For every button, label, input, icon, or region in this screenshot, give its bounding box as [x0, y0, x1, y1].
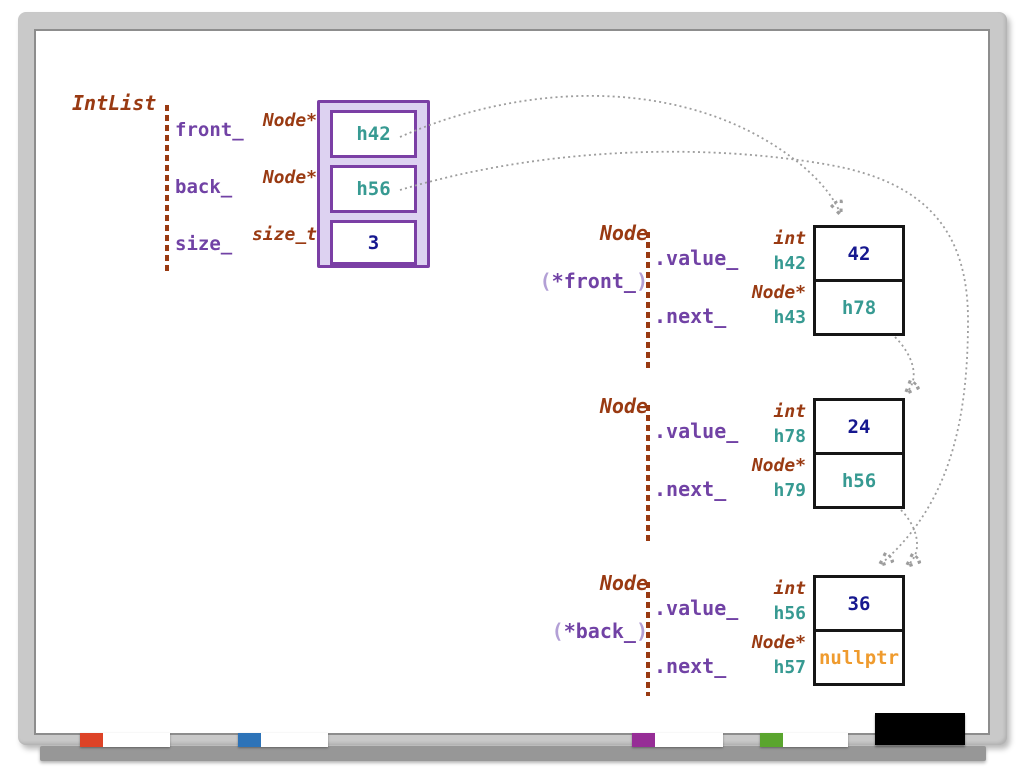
node1-alias-open-paren: (: [540, 269, 552, 293]
marker-body: [261, 733, 328, 747]
node3-field-type-value: int: [700, 579, 806, 599]
intlist-highlight-box: h42 h56 3: [317, 100, 430, 268]
node3-alias: (*back_): [512, 620, 648, 642]
node3-field-addr-value: h56: [700, 604, 806, 624]
node1-field-type-next: Node*: [700, 283, 806, 303]
node1-box: 42 h78: [813, 225, 905, 336]
node3-alias-close-paren: ): [636, 619, 648, 643]
node2-bracket-dashed-line: [646, 405, 650, 543]
marker-cap: [632, 733, 655, 747]
intlist-cell-back: h56: [330, 165, 417, 213]
intlist-field-type-back: Node*: [200, 168, 317, 188]
intlist-title: IntList: [72, 92, 156, 114]
node1-field-addr-next: h43: [700, 308, 806, 328]
node1-alias: (*front_): [512, 270, 648, 292]
node-object-3: Node (*back_) .value_ int h56 Node* .nex…: [520, 572, 910, 724]
node2-cell-next: h56: [816, 455, 902, 506]
whiteboard-scene: IntList front_ Node* back_ Node* size_ s…: [0, 0, 1024, 768]
node2-field-type-next: Node*: [700, 456, 806, 476]
node1-alias-close-paren: ): [636, 269, 648, 293]
marker-cap: [760, 733, 783, 747]
marker-tray: [40, 746, 986, 761]
node1-title: Node: [520, 222, 648, 244]
node2-title: Node: [520, 395, 648, 417]
intlist-object: IntList front_ Node* back_ Node* size_ s…: [72, 92, 452, 282]
node3-cell-value: 36: [816, 578, 902, 632]
node2-field-addr-next: h79: [700, 481, 806, 501]
intlist-cell-front: h42: [330, 110, 417, 158]
intlist-field-type-front: Node*: [200, 111, 317, 131]
node1-cell-next: h78: [816, 282, 902, 333]
intlist-cell-size: 3: [330, 220, 417, 265]
marker-cap: [80, 733, 103, 747]
node3-title: Node: [520, 572, 648, 594]
marker-cap: [238, 733, 261, 747]
marker-body: [655, 733, 723, 747]
marker-body: [103, 733, 170, 747]
node-object-1: Node (*front_) .value_ int h42 Node* .ne…: [520, 222, 910, 374]
node2-field-addr-value: h78: [700, 427, 806, 447]
node3-field-addr-next: h57: [700, 658, 806, 678]
marker-purple: [632, 733, 723, 747]
node-object-2: Node .value_ int h78 Node* .next_ h79 24…: [520, 395, 910, 547]
node2-field-type-value: int: [700, 402, 806, 422]
intlist-bracket-dashed-line: [165, 105, 169, 272]
node2-box: 24 h56: [813, 398, 905, 509]
node1-field-addr-value: h42: [700, 254, 806, 274]
eraser: [875, 713, 965, 745]
node3-alias-open-paren: (: [552, 619, 564, 643]
node3-box: 36 nullptr: [813, 575, 905, 686]
node3-alias-core: *back_: [564, 619, 636, 643]
marker-red: [80, 733, 170, 747]
node1-field-type-value: int: [700, 229, 806, 249]
node1-bracket-dashed-line: [646, 232, 650, 370]
node3-cell-next: nullptr: [816, 632, 902, 683]
node1-alias-core: *front_: [552, 269, 636, 293]
marker-green: [760, 733, 848, 747]
node1-cell-value: 42: [816, 228, 902, 282]
node3-field-type-next: Node*: [700, 633, 806, 653]
marker-body: [783, 733, 848, 747]
node2-cell-value: 24: [816, 401, 902, 455]
intlist-field-type-size: size_t: [200, 225, 317, 245]
marker-blue: [238, 733, 328, 747]
